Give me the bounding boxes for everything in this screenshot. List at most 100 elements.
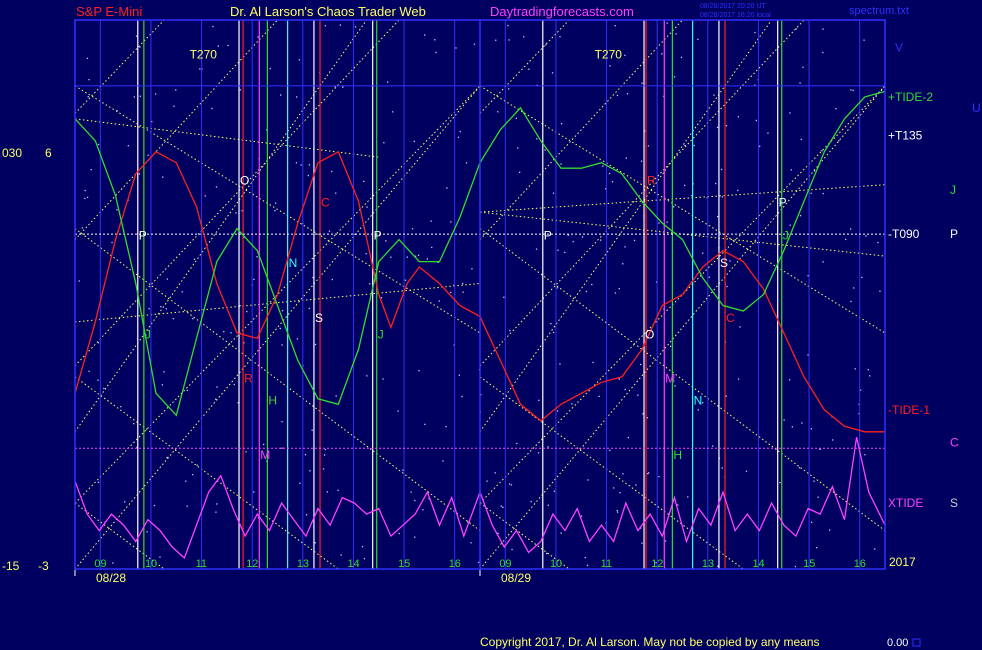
hour-tick-label: 13 bbox=[702, 558, 714, 570]
star-dot bbox=[382, 378, 384, 380]
star-dot bbox=[865, 235, 867, 237]
hour-tick-label: 09 bbox=[94, 558, 106, 570]
star-dot bbox=[185, 480, 187, 482]
event-label: P bbox=[544, 229, 552, 243]
star-dot bbox=[508, 483, 511, 485]
hour-tick-label: 13 bbox=[297, 558, 309, 570]
star-dot bbox=[470, 542, 472, 544]
star-dot bbox=[380, 297, 383, 299]
star-dot bbox=[413, 140, 415, 143]
event-label: P bbox=[374, 229, 382, 243]
star-dot bbox=[300, 164, 302, 166]
star-dot bbox=[720, 168, 723, 171]
star-dot bbox=[296, 96, 298, 98]
star-dot bbox=[274, 210, 276, 212]
star-dot bbox=[799, 82, 801, 84]
star-dot bbox=[390, 256, 392, 258]
star-dot bbox=[545, 44, 547, 46]
event-label: P bbox=[779, 196, 787, 210]
star-dot bbox=[511, 548, 513, 551]
site-link[interactable]: Daytradingforecasts.com bbox=[490, 4, 634, 19]
event-label: S bbox=[720, 256, 728, 270]
star-dot bbox=[418, 370, 420, 372]
star-dot bbox=[584, 557, 586, 559]
star-dot bbox=[553, 331, 555, 334]
star-dot bbox=[308, 307, 310, 310]
star-dot bbox=[510, 484, 513, 486]
star-dot bbox=[78, 280, 80, 282]
edge-letter-label: U bbox=[972, 101, 981, 115]
star-dot bbox=[800, 138, 802, 141]
right-series-label: +TIDE-2 bbox=[888, 90, 933, 104]
hour-tick-label: 14 bbox=[347, 558, 359, 570]
annotation-label: T270 bbox=[595, 47, 623, 61]
star-dot bbox=[97, 342, 100, 344]
star-dot bbox=[756, 242, 759, 244]
star-dot bbox=[627, 436, 629, 439]
star-dot bbox=[339, 24, 341, 26]
star-dot bbox=[641, 542, 643, 544]
star-dot bbox=[192, 318, 194, 320]
star-dot bbox=[646, 417, 648, 419]
hour-tick-label: 15 bbox=[803, 558, 815, 570]
event-label: R bbox=[244, 371, 253, 385]
star-dot bbox=[832, 439, 834, 441]
star-dot bbox=[508, 88, 510, 90]
event-label: C bbox=[726, 311, 735, 325]
right-series-label: -TIDE-1 bbox=[888, 403, 930, 417]
star-dot bbox=[822, 28, 824, 30]
star-dot bbox=[789, 379, 791, 381]
star-dot bbox=[445, 426, 447, 428]
star-dot bbox=[97, 379, 99, 381]
star-dot bbox=[392, 111, 394, 113]
star-dot bbox=[810, 428, 812, 430]
star-dot bbox=[173, 105, 175, 107]
star-dot bbox=[585, 290, 588, 293]
star-dot bbox=[324, 448, 326, 451]
star-dot bbox=[304, 454, 307, 456]
star-dot bbox=[538, 399, 540, 401]
star-dot bbox=[611, 181, 614, 183]
star-dot bbox=[737, 116, 739, 118]
star-dot bbox=[397, 410, 399, 412]
event-label: M bbox=[260, 448, 270, 462]
star-dot bbox=[458, 374, 460, 376]
star-dot bbox=[363, 558, 366, 560]
star-dot bbox=[712, 445, 714, 447]
star-dot bbox=[424, 423, 426, 425]
star-dot bbox=[365, 253, 367, 255]
star-dot bbox=[311, 429, 313, 431]
star-dot bbox=[528, 68, 530, 70]
star-dot bbox=[640, 363, 642, 366]
star-dot bbox=[215, 398, 217, 400]
star-dot bbox=[517, 147, 519, 149]
hour-tick-label: 16 bbox=[449, 558, 461, 570]
star-dot bbox=[508, 39, 510, 41]
star-dot bbox=[306, 514, 308, 516]
timestamp-local: 08/28/2017 16:20 local bbox=[700, 12, 771, 19]
star-dot bbox=[281, 421, 283, 423]
star-dot bbox=[608, 172, 611, 175]
star-dot bbox=[139, 95, 142, 97]
star-dot bbox=[863, 39, 865, 41]
star-dot bbox=[411, 228, 414, 230]
star-dot bbox=[340, 554, 342, 556]
star-dot bbox=[661, 53, 663, 55]
star-dot bbox=[560, 163, 562, 165]
star-dot bbox=[502, 506, 504, 508]
star-dot bbox=[737, 189, 739, 192]
star-dot bbox=[127, 145, 129, 147]
star-dot bbox=[450, 291, 452, 294]
star-dot bbox=[116, 209, 118, 211]
star-dot bbox=[835, 108, 837, 110]
hour-tick-label: 11 bbox=[601, 558, 612, 570]
star-dot bbox=[622, 473, 624, 475]
star-dot bbox=[159, 556, 161, 558]
star-dot bbox=[406, 256, 408, 258]
star-dot bbox=[462, 291, 464, 293]
star-dot bbox=[328, 230, 331, 232]
star-dot bbox=[801, 422, 803, 424]
star-dot bbox=[666, 221, 668, 223]
star-dot bbox=[507, 24, 509, 27]
star-dot bbox=[822, 192, 824, 195]
